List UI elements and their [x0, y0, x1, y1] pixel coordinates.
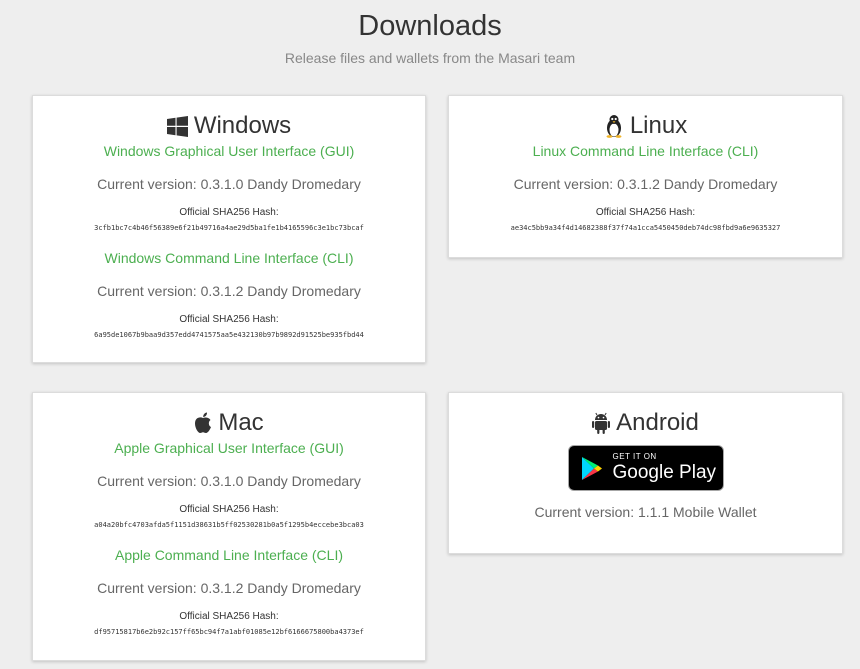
- windows-icon: [166, 115, 188, 137]
- windows-cli-hash-label: Official SHA256 Hash:: [179, 314, 279, 325]
- windows-gui-version: Current version: 0.3.1.0 Dandy Dromedary: [97, 176, 361, 192]
- windows-cli-hash: 6a95de1067b9baa9d357edd4741575aa5e432130…: [94, 331, 364, 339]
- mac-gui-hash-label: Official SHA256 Hash:: [179, 504, 279, 515]
- mac-cli-version: Current version: 0.3.1.2 Dandy Dromedary: [97, 580, 361, 596]
- windows-heading: Windows: [33, 112, 425, 140]
- android-version: Current version: 1.1.1 Mobile Wallet: [534, 504, 757, 520]
- mac-cli-hash: df95715817b6e2b92c157ff65bc94f7a1abf0108…: [94, 628, 364, 636]
- linux-cli-hash: ae34c5bb9a34f4d14682388f37f74a1cca545045…: [510, 224, 781, 232]
- linux-cli-version: Current version: 0.3.1.2 Dandy Dromedary: [513, 176, 778, 192]
- mac-card: Mac Apple Graphical User Interface (GUI)…: [32, 392, 426, 661]
- mac-gui-version: Current version: 0.3.1.0 Dandy Dromedary: [97, 473, 361, 489]
- mac-cli-hash-label: Official SHA256 Hash:: [179, 611, 279, 622]
- android-icon: [592, 412, 611, 434]
- mac-heading: Mac: [33, 409, 425, 437]
- linux-heading: Linux: [449, 112, 842, 140]
- mac-title: Mac: [218, 409, 264, 436]
- linux-tux-icon: [606, 115, 622, 138]
- mac-gui-download-link[interactable]: Apple Graphical User Interface (GUI): [33, 439, 425, 457]
- page-title: Downloads: [358, 10, 502, 42]
- badge-get-it-on: GET IT ON: [612, 452, 657, 461]
- linux-title: Linux: [629, 112, 688, 139]
- windows-title: Windows: [193, 112, 292, 139]
- linux-cli-download-link[interactable]: Linux Command Line Interface (CLI): [449, 142, 842, 160]
- page-subtitle: Release files and wallets from the Masar…: [284, 50, 576, 66]
- windows-gui-hash-label: Official SHA256 Hash:: [179, 207, 279, 218]
- windows-cli-version: Current version: 0.3.1.2 Dandy Dromedary: [97, 283, 361, 299]
- google-play-icon: [581, 456, 602, 480]
- windows-gui-hash: 3cfb1bc7c4b46f56389e6f21b49716a4ae29d5ba…: [94, 224, 364, 232]
- badge-google-play: Google Play: [612, 462, 717, 483]
- android-title: Android: [616, 409, 699, 436]
- android-card: Android GET IT ON Google Play Current ve…: [448, 392, 843, 554]
- linux-cli-hash-label: Official SHA256 Hash:: [595, 207, 696, 218]
- mac-gui-hash: a04a20bfc4703afda5f1151d38631b5ff0253028…: [94, 521, 364, 529]
- windows-card: Windows Windows Graphical User Interface…: [32, 95, 426, 363]
- apple-icon: [195, 412, 212, 433]
- google-play-badge[interactable]: GET IT ON Google Play: [567, 445, 724, 491]
- windows-gui-download-link[interactable]: Windows Graphical User Interface (GUI): [33, 142, 425, 160]
- windows-cli-download-link[interactable]: Windows Command Line Interface (CLI): [33, 249, 425, 267]
- android-heading: Android: [449, 409, 842, 437]
- mac-cli-download-link[interactable]: Apple Command Line Interface (CLI): [33, 546, 425, 564]
- linux-card: Linux Linux Command Line Interface (CLI)…: [448, 95, 843, 258]
